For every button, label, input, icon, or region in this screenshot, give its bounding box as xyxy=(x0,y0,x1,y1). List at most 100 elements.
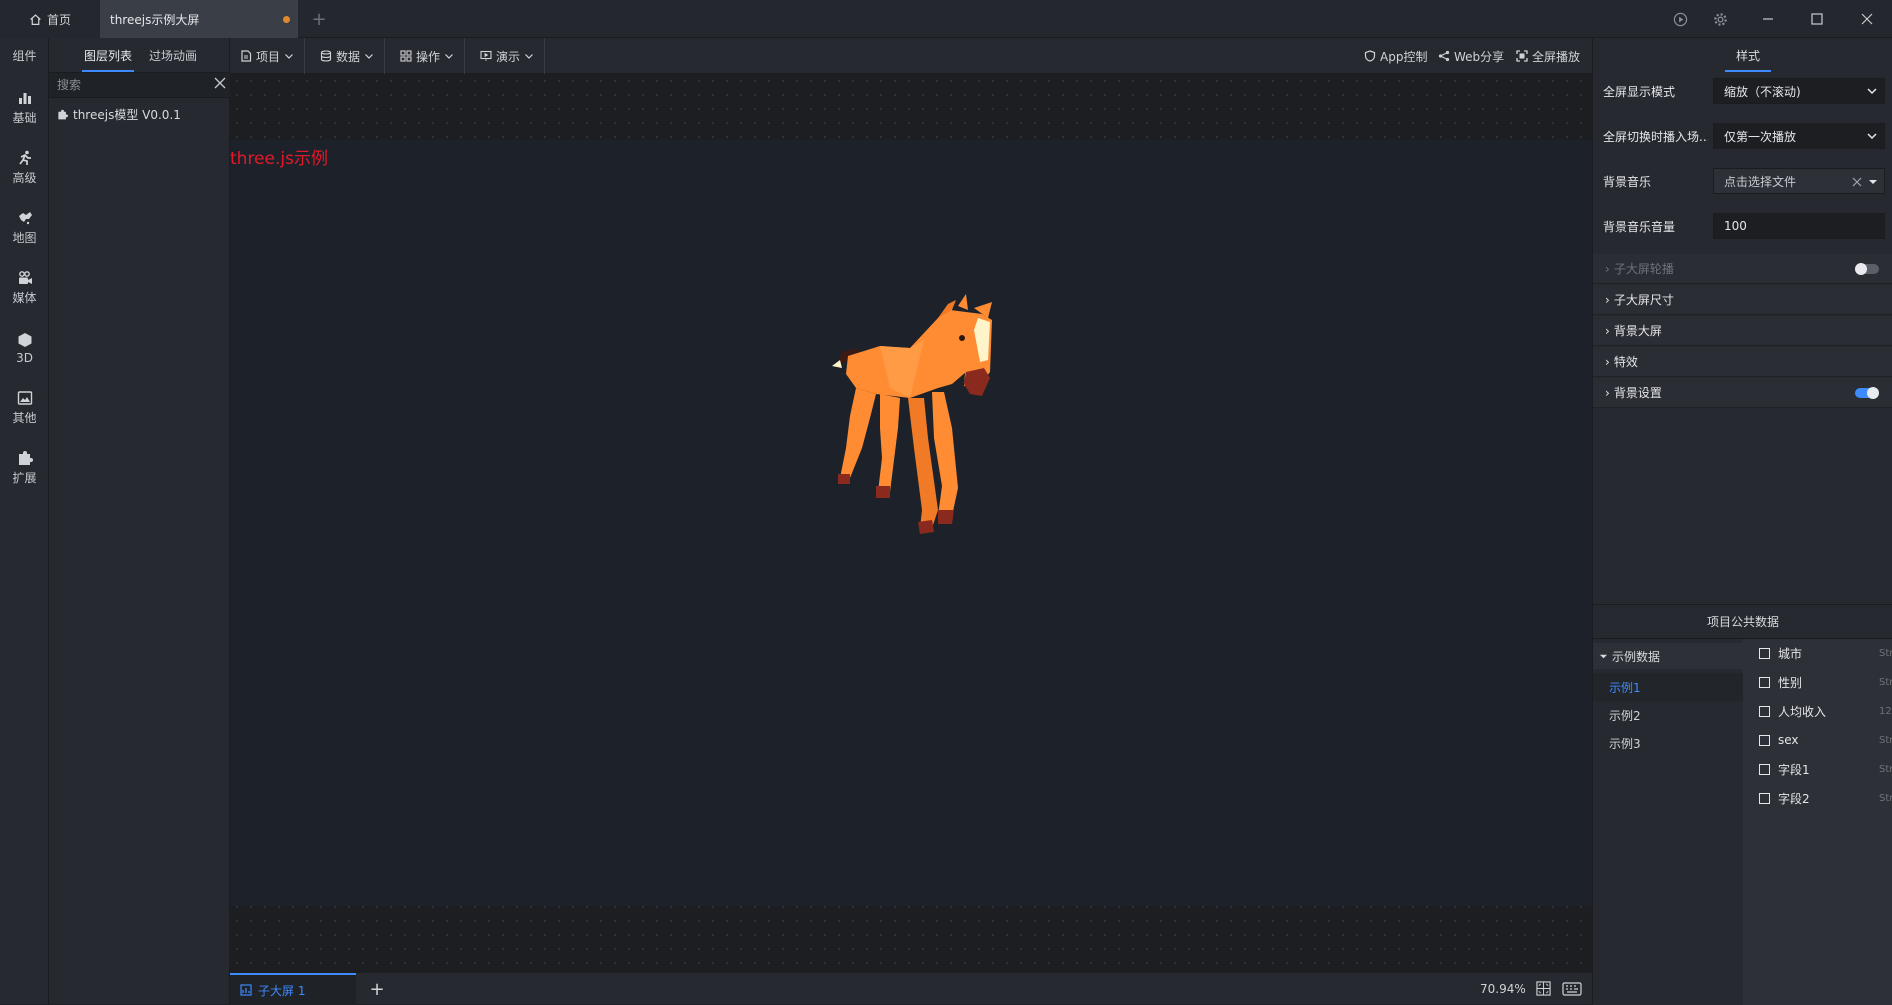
web-share-button[interactable]: Web分享 xyxy=(1438,38,1504,74)
app-control-label: App控制 xyxy=(1380,49,1428,64)
chevron-down-icon xyxy=(1867,133,1877,140)
app-control-button[interactable]: App控制 xyxy=(1364,38,1427,74)
chevron-down-icon xyxy=(285,54,293,59)
demo-menu-label: 演示 xyxy=(496,49,521,64)
chevron-down-icon xyxy=(1867,88,1877,95)
operate-menu[interactable]: 操作 xyxy=(390,38,466,74)
fullscreen-play-button[interactable]: 全屏播放 xyxy=(1516,38,1580,74)
play-button[interactable] xyxy=(1660,0,1700,38)
fit-screen-button[interactable] xyxy=(1536,981,1551,999)
data-menu[interactable]: 数据 xyxy=(310,38,386,74)
bg-music-value: 点击选择文件 xyxy=(1724,174,1797,189)
checkbox-icon[interactable] xyxy=(1759,676,1770,688)
bg-music-file-picker[interactable]: 点击选择文件 xyxy=(1713,168,1885,194)
field-row[interactable]: 城市 Str xyxy=(1743,641,1892,665)
tree-group-sample-data[interactable]: 示例数据 xyxy=(1593,643,1743,669)
minimize-button[interactable] xyxy=(1748,0,1788,38)
rail-item-extension[interactable]: 扩展 xyxy=(0,440,49,496)
layer-item-label: threejs模型 V0.0.1 xyxy=(73,107,181,122)
checkbox-icon[interactable] xyxy=(1759,705,1770,717)
maximize-button[interactable] xyxy=(1797,0,1837,38)
tree-item-sample-3[interactable]: 示例3 xyxy=(1593,729,1743,757)
rail-item-media[interactable]: 媒体 xyxy=(0,260,49,316)
checkbox-icon[interactable] xyxy=(1759,734,1770,746)
puzzle-icon xyxy=(58,109,68,119)
section-subscreen-carousel[interactable]: › 子大屏轮播 xyxy=(1593,254,1892,284)
tab-transition-animation[interactable]: 过场动画 xyxy=(149,38,197,72)
rail-item-label: 3D xyxy=(16,350,33,365)
layer-panel: 图层列表 过场动画 threejs模型 V0.0.1 xyxy=(49,38,230,1004)
caret-down-icon xyxy=(1599,654,1608,658)
subscreen-carousel-toggle[interactable] xyxy=(1855,263,1879,275)
subscreen-tab[interactable]: 子大屏 1 xyxy=(230,973,356,1005)
rail-item-3d[interactable]: 3D xyxy=(0,320,49,376)
layer-item[interactable]: threejs模型 V0.0.1 xyxy=(49,102,230,126)
field-type: 123 xyxy=(1879,705,1892,717)
web-share-label: Web分享 xyxy=(1454,49,1505,64)
field-type: Str xyxy=(1879,763,1892,775)
fullscreen-mode-value: 缩放（不滚动) xyxy=(1724,84,1801,99)
rail-item-advanced[interactable]: 高级 xyxy=(0,140,49,196)
tab-document[interactable]: threejs示例大屏 xyxy=(100,0,298,38)
settings-button[interactable] xyxy=(1700,0,1740,38)
tab-style[interactable]: 样式 xyxy=(1723,38,1773,72)
bg-music-row: 背景音乐 点击选择文件 xyxy=(1593,166,1892,196)
checkbox-icon[interactable] xyxy=(1759,763,1770,775)
rail-item-label: 扩展 xyxy=(12,471,37,485)
tab-layer-list[interactable]: 图层列表 xyxy=(81,38,135,72)
field-row[interactable]: 性别 Str xyxy=(1743,670,1892,694)
close-window-button[interactable] xyxy=(1847,0,1887,38)
field-row[interactable]: sex Str xyxy=(1743,728,1892,752)
clear-icon[interactable] xyxy=(1852,177,1862,187)
section-effects[interactable]: › 特效 xyxy=(1593,347,1892,377)
field-type: Str xyxy=(1879,676,1892,688)
section-subscreen-size[interactable]: › 子大屏尺寸 xyxy=(1593,285,1892,315)
map-icon xyxy=(18,212,32,225)
chevron-down-icon xyxy=(445,54,453,59)
presentation-icon xyxy=(480,50,492,61)
chevron-down-icon xyxy=(365,54,373,59)
tree-item-sample-2[interactable]: 示例2 xyxy=(1593,701,1743,729)
entry-anim-select[interactable]: 仅第一次播放 xyxy=(1713,123,1885,149)
checkbox-icon[interactable] xyxy=(1759,647,1770,659)
rail-item-label: 基础 xyxy=(12,111,37,125)
project-menu[interactable]: 项目 xyxy=(230,38,306,74)
rail-item-label: 其他 xyxy=(12,411,37,425)
screen-title-text[interactable]: three.js示例 xyxy=(230,144,328,169)
bottom-bar: 子大屏 1 + 70.94% xyxy=(230,972,1592,1005)
bg-music-volume-input[interactable]: 100 xyxy=(1713,213,1885,239)
clear-search-button[interactable] xyxy=(214,77,226,92)
fullscreen-mode-select[interactable]: 缩放（不滚动) xyxy=(1713,78,1885,104)
zoom-level: 70.94% xyxy=(1480,973,1526,1005)
threejs-horse-model[interactable] xyxy=(820,288,1010,548)
entry-anim-label: 全屏切换时播入场... xyxy=(1603,129,1708,144)
rail-item-label: 地图 xyxy=(12,231,37,245)
fullscreen-icon xyxy=(1516,50,1528,62)
rail-item-basic[interactable]: 基础 xyxy=(0,80,49,136)
tree-item-sample-1[interactable]: 示例1 xyxy=(1593,673,1743,701)
field-name: 人均收入 xyxy=(1778,704,1827,719)
field-row[interactable]: 人均收入 123 xyxy=(1743,699,1892,723)
rail-item-map[interactable]: 地图 xyxy=(0,200,49,256)
bg-music-volume-value: 100 xyxy=(1724,219,1747,233)
field-row[interactable]: 字段2 Str xyxy=(1743,786,1892,810)
layer-search xyxy=(49,72,230,98)
grid-icon xyxy=(400,50,412,62)
subscreen-tab-label: 子大屏 1 xyxy=(258,983,306,998)
checkbox-icon[interactable] xyxy=(1759,792,1770,804)
close-icon xyxy=(214,77,226,89)
tab-home[interactable]: 首页 xyxy=(0,0,100,38)
add-subscreen-button[interactable]: + xyxy=(364,973,390,1005)
add-tab-button[interactable]: + xyxy=(306,0,332,38)
keyboard-shortcuts-button[interactable] xyxy=(1562,982,1582,999)
section-background-screen[interactable]: › 背景大屏 xyxy=(1593,316,1892,346)
demo-menu[interactable]: 演示 xyxy=(470,38,546,74)
bg-music-volume-row: 背景音乐音量 100 xyxy=(1593,211,1892,241)
field-row[interactable]: 字段1 Str xyxy=(1743,757,1892,781)
rail-item-other[interactable]: 其他 xyxy=(0,380,49,436)
layer-search-input[interactable] xyxy=(49,73,199,97)
section-background-settings[interactable]: › 背景设置 xyxy=(1593,378,1892,408)
public-data-panel: 项目公共数据 示例数据 示例1 示例2 示例3 城市 Str 性别 Str 人均… xyxy=(1592,604,1892,1005)
background-settings-toggle[interactable] xyxy=(1855,387,1879,399)
fullscreen-mode-label: 全屏显示模式 xyxy=(1603,84,1676,99)
